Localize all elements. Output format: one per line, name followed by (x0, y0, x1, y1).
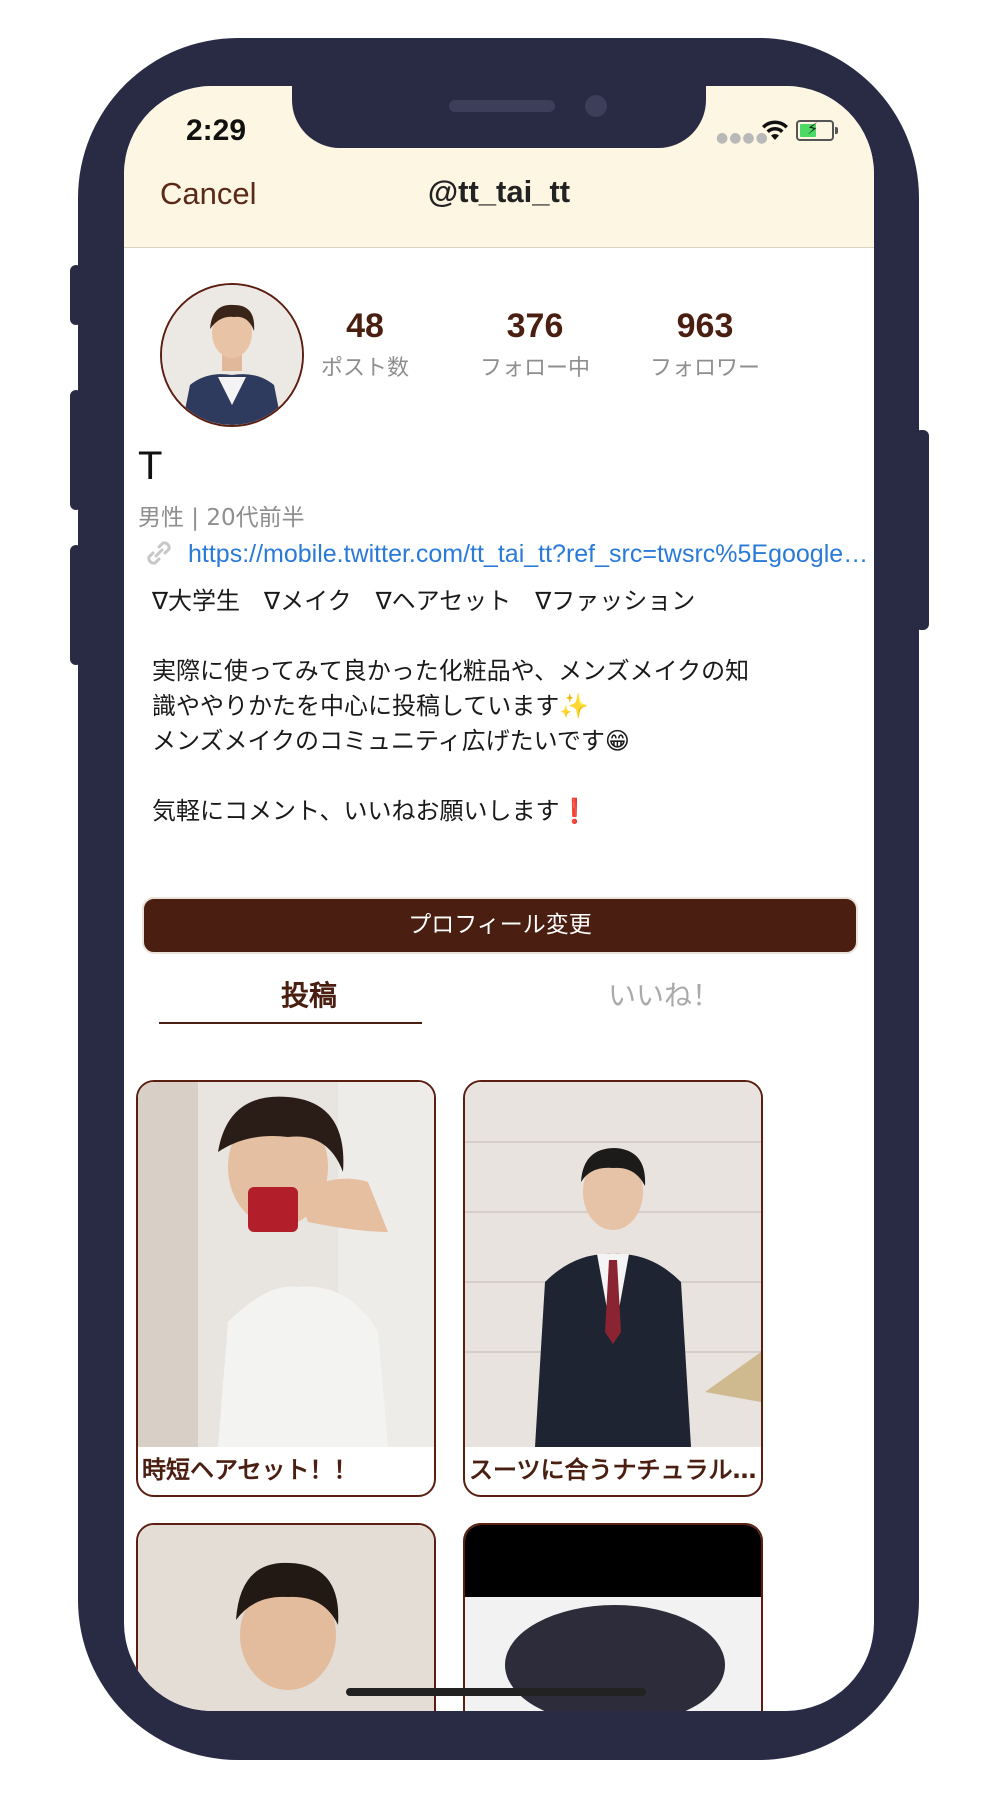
bio-line: ∇大学生 ∇メイク ∇ヘアセット ∇ファッション (152, 587, 696, 615)
battery-charging-icon: ⚡ (796, 119, 838, 141)
post-caption: スーツに合うナチュラルメイク (469, 1456, 757, 1484)
post-thumbnail (138, 1525, 434, 1711)
volume-up-button (70, 390, 82, 510)
post-thumbnail (465, 1525, 761, 1711)
status-time: 2:29 (186, 114, 247, 147)
bio-line: メンズメイクのコミュニティ広げたいです😁 (152, 727, 630, 755)
gender-age: 男性 | 20代前半 (138, 505, 305, 531)
stat-posts-label: ポスト数 (320, 356, 409, 381)
stat-followers[interactable]: 963 フォロワー (620, 306, 790, 382)
stat-following-value: 376 (506, 307, 564, 345)
mute-switch (70, 265, 82, 325)
profile-link[interactable]: https://mobile.twitter.com/tt_tai_tt?ref… (188, 540, 874, 569)
bio-line: 実際に使ってみて良かった化粧品や、メンズメイクの知 (152, 657, 750, 685)
app-screen: 2:29 ●●●● ⚡ Cancel @tt_tai_tt 48 ポスト数 37… (124, 86, 874, 1711)
post-card[interactable]: 時短ヘアセット！！ (136, 1080, 436, 1497)
stat-followers-value: 963 (676, 307, 734, 345)
wifi-icon (762, 120, 788, 140)
stat-posts[interactable]: 48 ポスト数 (280, 306, 450, 382)
post-card[interactable] (463, 1523, 763, 1711)
post-card[interactable] (136, 1523, 436, 1711)
speaker-grille (449, 100, 555, 112)
bio-line: 識ややりかたを中心に投稿しています✨ (152, 692, 590, 720)
post-caption: 時短ヘアセット！！ (142, 1456, 358, 1484)
home-indicator[interactable] (346, 1688, 646, 1696)
power-button (915, 430, 929, 630)
page-title: @tt_tai_tt (427, 174, 571, 209)
display-name: T (138, 444, 163, 488)
status-icons: ●●●● ⚡ (716, 118, 856, 146)
bio-line (152, 759, 852, 794)
bio: ∇大学生 ∇メイク ∇ヘアセット ∇ファッション 実際に使ってみて良かった化粧品… (152, 584, 852, 829)
nav-header: 2:29 ●●●● ⚡ Cancel @tt_tai_tt (124, 86, 874, 248)
post-card[interactable]: スーツに合うナチュラルメイク (463, 1080, 763, 1497)
stat-followers-label: フォロワー (649, 356, 760, 381)
bio-line: 気軽にコメント、いいねお願いします❗ (152, 797, 590, 825)
stat-following[interactable]: 376 フォロー中 (450, 306, 620, 382)
post-thumbnail (465, 1082, 761, 1447)
profile-link-row[interactable]: https://mobile.twitter.com/tt_tai_tt?ref… (142, 534, 874, 574)
post-thumbnail (138, 1082, 434, 1447)
front-camera (585, 95, 607, 117)
volume-down-button (70, 545, 82, 665)
edit-profile-button[interactable]: プロフィール変更 (142, 897, 858, 954)
device-notch (292, 86, 706, 148)
stat-following-label: フォロー中 (479, 356, 590, 381)
tab-active-indicator (159, 1022, 422, 1024)
link-icon (147, 541, 171, 565)
tab-likes[interactable]: いいね！ (504, 974, 824, 1030)
bio-line (152, 619, 852, 654)
stat-posts-value: 48 (346, 307, 384, 345)
